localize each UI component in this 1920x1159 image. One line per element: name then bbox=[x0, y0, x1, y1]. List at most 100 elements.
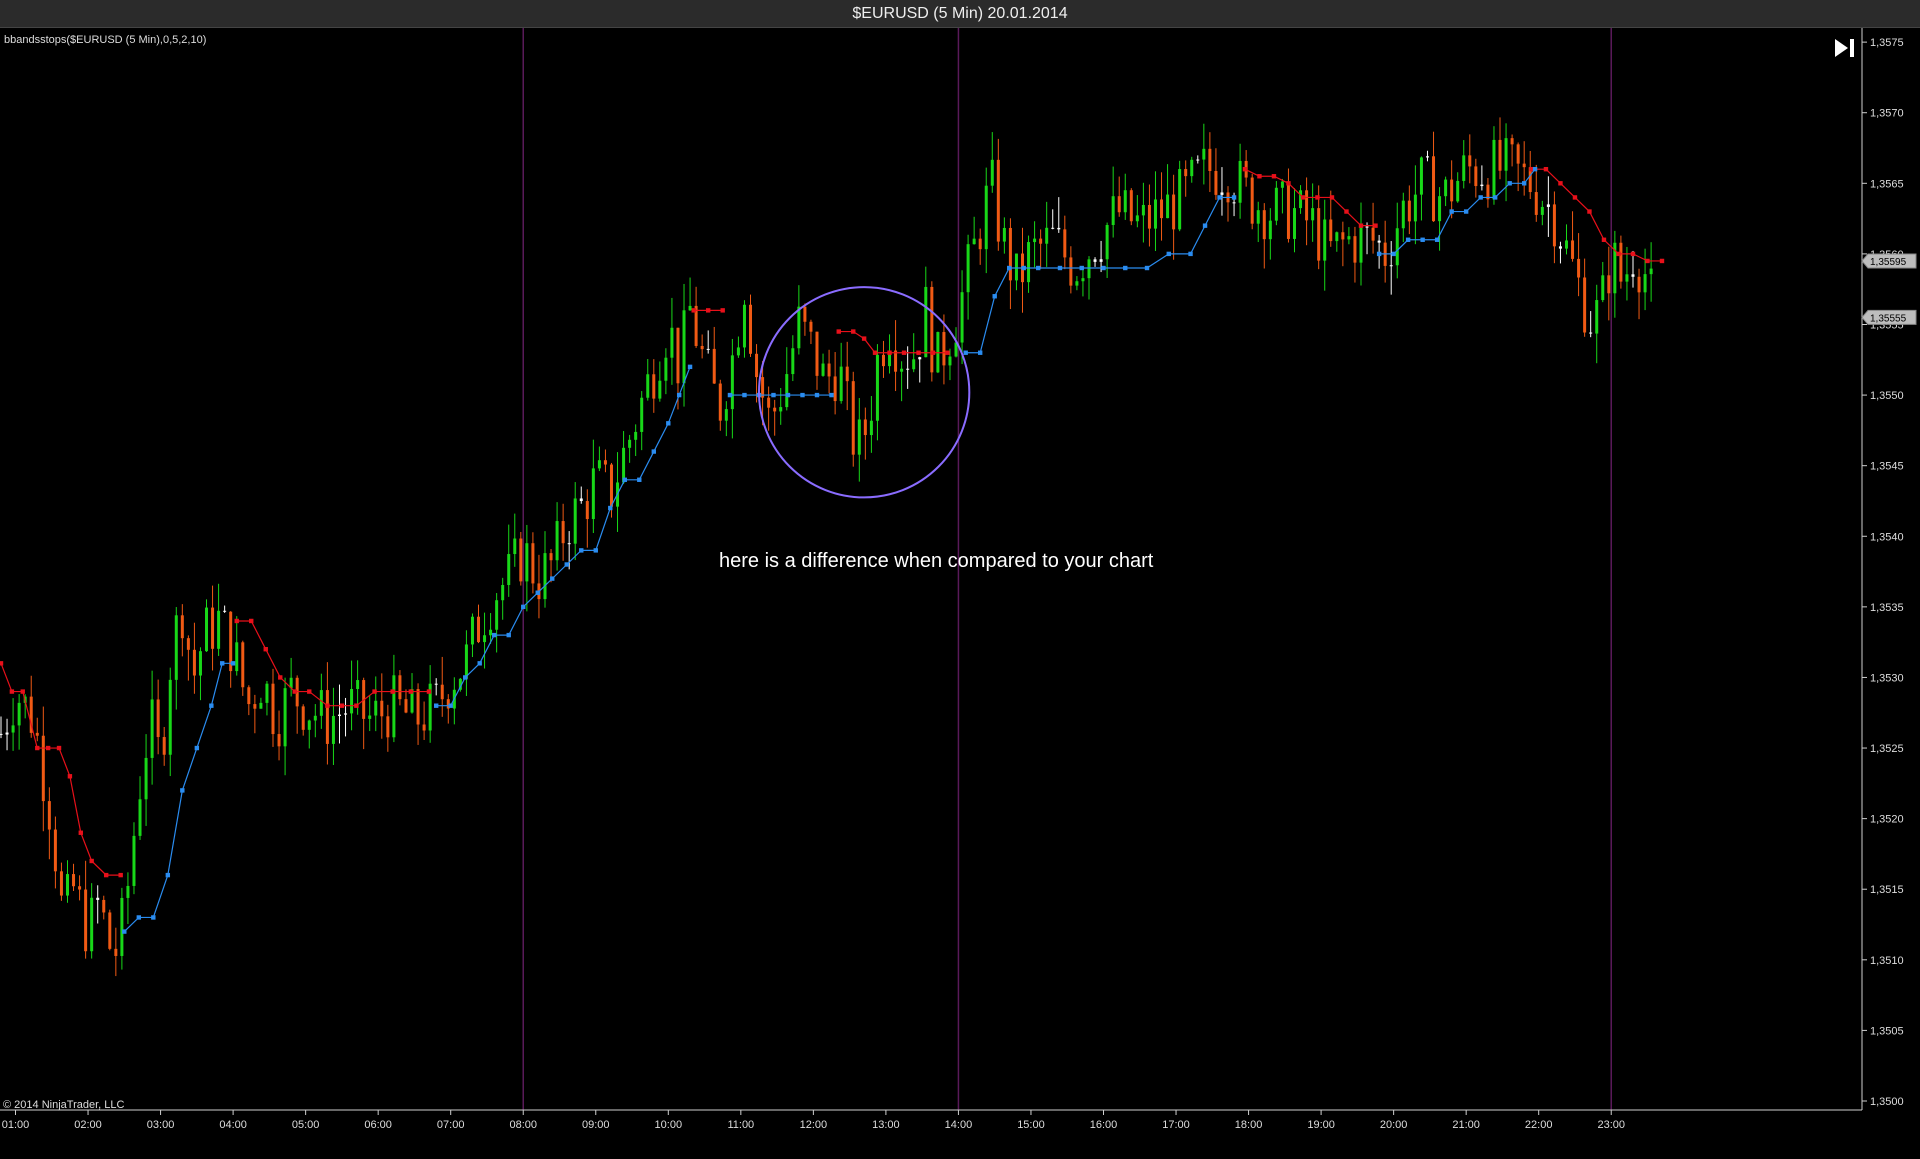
candle-body bbox=[1286, 181, 1290, 239]
price-tick-label: 1,3510 bbox=[1870, 955, 1904, 967]
candle-body bbox=[978, 238, 982, 250]
candle-body bbox=[1577, 258, 1581, 278]
stop-dot bbox=[194, 745, 200, 751]
stop-dot bbox=[564, 562, 569, 567]
candle-body bbox=[337, 714, 341, 716]
time-tick-label: 08:00 bbox=[509, 1119, 537, 1131]
copyright-text: © 2014 NinjaTrader, LLC bbox=[3, 1099, 125, 1111]
candle-body bbox=[1008, 227, 1012, 281]
stop-dot bbox=[118, 872, 123, 878]
candle-body bbox=[1087, 259, 1091, 279]
candle-body bbox=[253, 704, 257, 709]
candle-body bbox=[863, 419, 867, 436]
candle-body bbox=[17, 702, 21, 726]
price-tick-label: 1,3525 bbox=[1870, 743, 1904, 755]
stop-dot bbox=[579, 548, 584, 553]
stop-dot bbox=[354, 703, 359, 708]
stop-dot bbox=[1601, 237, 1607, 242]
candle-body bbox=[368, 715, 372, 719]
price-marker-label: 1,35555 bbox=[1870, 313, 1907, 324]
stop-dot bbox=[1463, 209, 1469, 214]
candle-body bbox=[960, 292, 964, 343]
candle-body bbox=[1027, 242, 1031, 283]
candle-body bbox=[1057, 227, 1061, 230]
candle-body bbox=[749, 304, 753, 354]
candle-body bbox=[1353, 236, 1357, 263]
stop-dot bbox=[151, 915, 156, 920]
candle-body bbox=[1323, 219, 1327, 261]
candle-body bbox=[72, 874, 76, 887]
stop-dot bbox=[1021, 265, 1026, 271]
play-end-icon[interactable] bbox=[1832, 36, 1858, 60]
indicator-label: bbandsstops($EURUSD (5 Min),0,5,2,10) bbox=[4, 34, 207, 46]
stop-dot bbox=[249, 618, 254, 624]
candle-body bbox=[47, 801, 51, 830]
annotation-circle-layer bbox=[757, 286, 971, 499]
candle-body bbox=[652, 374, 656, 399]
candle-body bbox=[392, 675, 396, 738]
stop-dot bbox=[1344, 209, 1349, 214]
stop-dot bbox=[230, 661, 236, 666]
annotation-text: here is a difference when compared to yo… bbox=[719, 550, 1154, 572]
stop-dot bbox=[861, 336, 867, 341]
candle-body bbox=[664, 357, 668, 381]
candle-body bbox=[1546, 204, 1550, 207]
candle-body bbox=[174, 615, 178, 680]
candle-body bbox=[1147, 204, 1151, 229]
candle-body bbox=[561, 521, 565, 544]
price-tick-label: 1,3565 bbox=[1870, 178, 1904, 190]
price-marker-label: 1,35595 bbox=[1870, 257, 1907, 268]
stop-dot bbox=[1329, 195, 1335, 200]
candle-body bbox=[1274, 187, 1278, 221]
candle-body bbox=[1480, 184, 1484, 187]
candle-body bbox=[90, 897, 94, 952]
stop-dot bbox=[78, 830, 83, 835]
time-tick-label: 06:00 bbox=[364, 1119, 392, 1131]
candle-body bbox=[767, 397, 771, 408]
candle-body bbox=[1256, 210, 1260, 224]
stop-dot bbox=[0, 661, 4, 666]
stop-dot bbox=[180, 788, 185, 793]
stop-dot bbox=[1449, 209, 1454, 214]
stop-line-stop-upper bbox=[1531, 168, 1662, 262]
price-chart[interactable]: 1,35751,35701,35651,35601,35551,35501,35… bbox=[0, 28, 1920, 1159]
time-tick-label: 17:00 bbox=[1162, 1119, 1190, 1131]
stop-dot bbox=[408, 689, 414, 694]
stop-dot bbox=[433, 703, 439, 708]
candle-body bbox=[585, 501, 589, 520]
stop-dot bbox=[1492, 195, 1498, 200]
candle-body bbox=[331, 715, 335, 744]
candle-body bbox=[205, 607, 209, 652]
time-tick-label: 22:00 bbox=[1525, 1119, 1553, 1131]
stop-dot bbox=[521, 604, 526, 610]
price-tick-label: 1,3575 bbox=[1870, 37, 1904, 49]
stop-dot bbox=[666, 421, 671, 426]
stop-dot bbox=[67, 774, 73, 779]
candle-body bbox=[1329, 219, 1333, 242]
candle-body bbox=[1123, 190, 1127, 213]
candle-body bbox=[1619, 242, 1623, 282]
stop-dot bbox=[426, 689, 432, 694]
stop-dot bbox=[1217, 195, 1222, 200]
time-tick-label: 13:00 bbox=[872, 1119, 900, 1131]
candle-body bbox=[477, 616, 481, 643]
stop-dot bbox=[1242, 166, 1248, 172]
stop-dot bbox=[9, 689, 15, 694]
candle-body bbox=[440, 684, 444, 700]
stop-dot bbox=[901, 350, 907, 355]
candle-body bbox=[1232, 202, 1236, 204]
stop-dot bbox=[263, 647, 268, 652]
candle-body bbox=[1558, 246, 1562, 249]
candle-body bbox=[162, 737, 166, 755]
stop-dot bbox=[56, 745, 62, 751]
stop-dot bbox=[339, 703, 345, 708]
stop-dot bbox=[1079, 265, 1084, 271]
candle-body bbox=[0, 733, 3, 735]
stop-dot bbox=[122, 929, 127, 934]
candle-body bbox=[1492, 139, 1496, 200]
time-tick-label: 09:00 bbox=[582, 1119, 610, 1131]
candle-body bbox=[1184, 169, 1188, 177]
stop-dot bbox=[887, 350, 892, 355]
stop-dot bbox=[977, 350, 983, 355]
chart-panel[interactable]: 1,35751,35701,35651,35601,35551,35501,35… bbox=[0, 28, 1920, 1159]
